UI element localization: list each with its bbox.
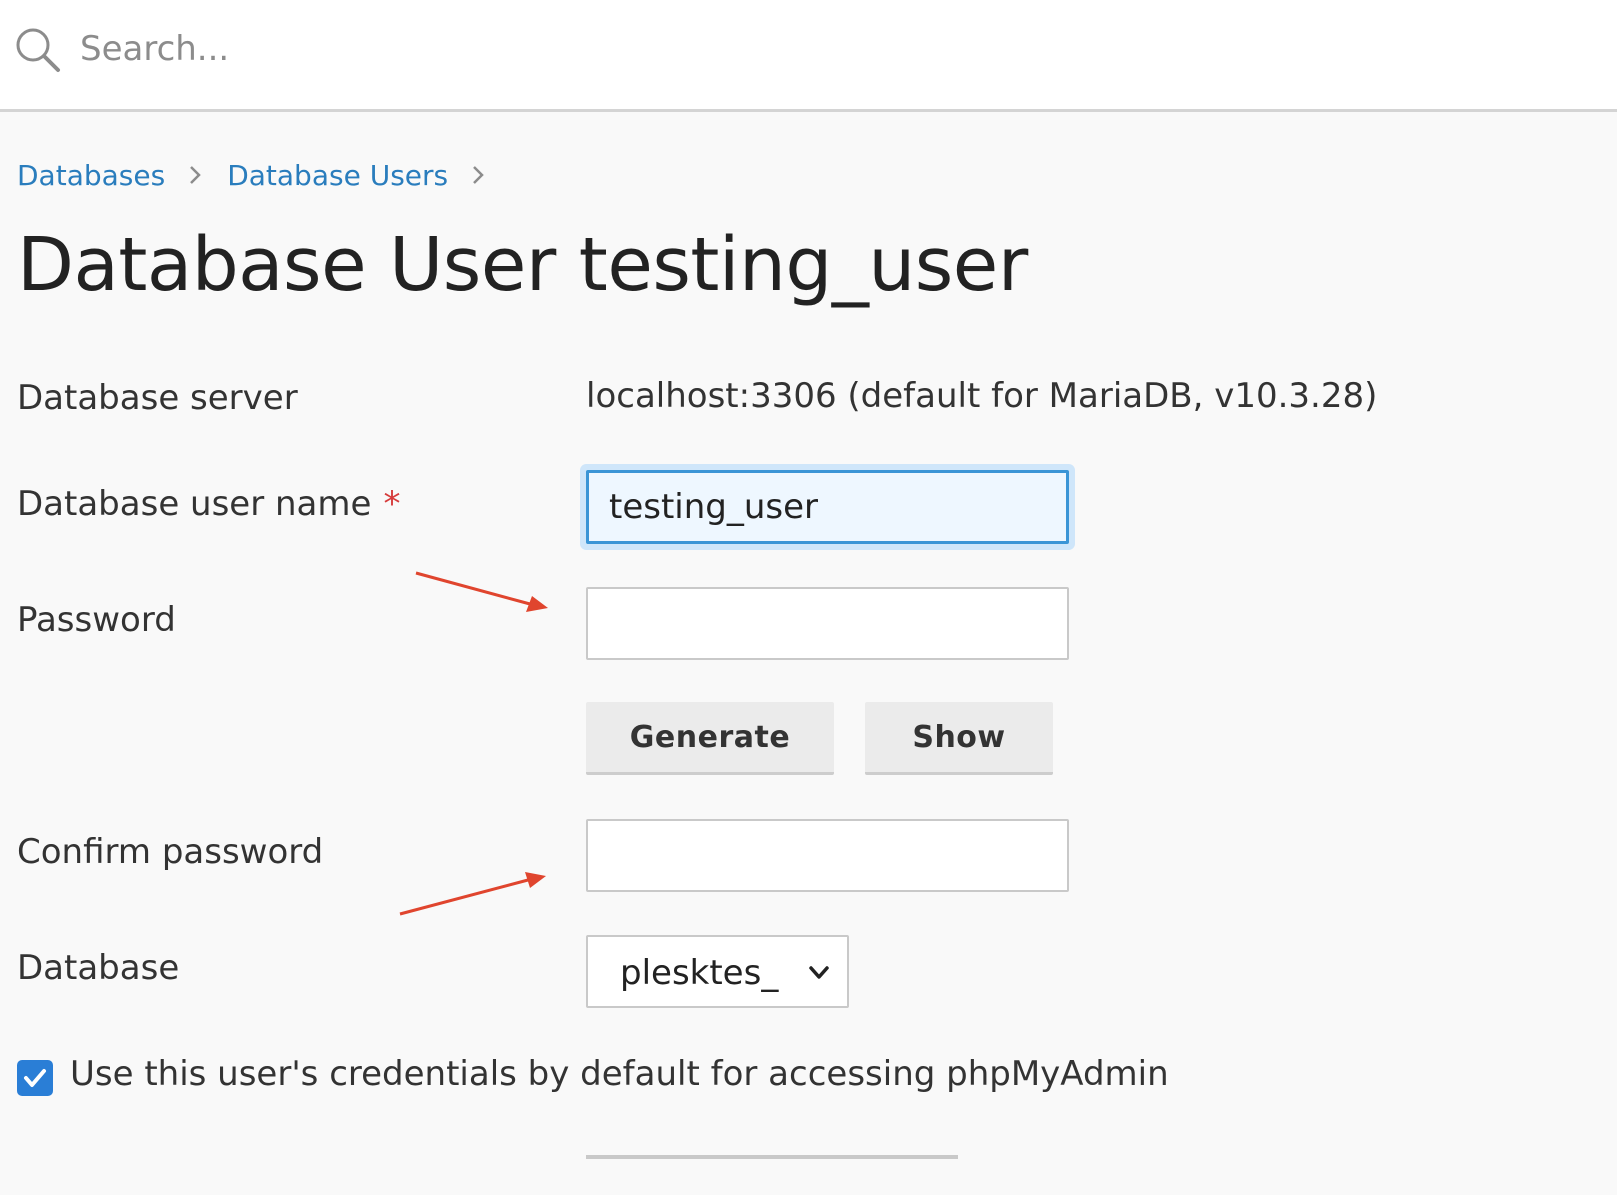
phpmyadmin-default-checkbox[interactable] (17, 1060, 53, 1096)
annotation-arrow-password (415, 571, 548, 612)
database-select-value: plesktes_ (620, 953, 779, 993)
confirm-password-label: Confirm password (17, 832, 324, 872)
breadcrumb: Databases Database Users (17, 150, 510, 200)
next-field-edge (586, 1155, 958, 1159)
password-input[interactable] (586, 587, 1069, 660)
chevron-down-icon (809, 966, 829, 979)
checkmark-icon (24, 1069, 46, 1087)
search-input[interactable] (78, 20, 982, 78)
show-password-button[interactable]: Show (865, 702, 1053, 775)
search-icon[interactable] (14, 26, 62, 74)
required-marker: * (383, 484, 401, 524)
chevron-right-icon (473, 166, 484, 184)
database-label: Database (17, 948, 180, 988)
confirm-password-input[interactable] (586, 819, 1069, 892)
username-label: Database user name (17, 484, 372, 524)
chevron-right-icon (190, 166, 201, 184)
database-server-value: localhost:3306 (default for MariaDB, v10… (586, 376, 1378, 416)
password-label: Password (17, 600, 176, 640)
generate-password-button[interactable]: Generate (586, 702, 834, 775)
username-label-row: Database user name * (17, 484, 400, 524)
database-select[interactable]: plesktes_ (586, 935, 849, 1008)
username-input[interactable] (586, 470, 1069, 544)
top-search-bar (0, 0, 1617, 112)
breadcrumb-link-databases[interactable]: Databases (17, 159, 165, 192)
breadcrumb-link-database-users[interactable]: Database Users (227, 159, 448, 192)
page-title: Database User testing_user (17, 222, 1028, 308)
annotation-arrow-confirm-password (399, 872, 546, 916)
phpmyadmin-default-checkbox-label: Use this user's credentials by default f… (70, 1054, 1169, 1094)
database-server-label: Database server (17, 378, 298, 418)
